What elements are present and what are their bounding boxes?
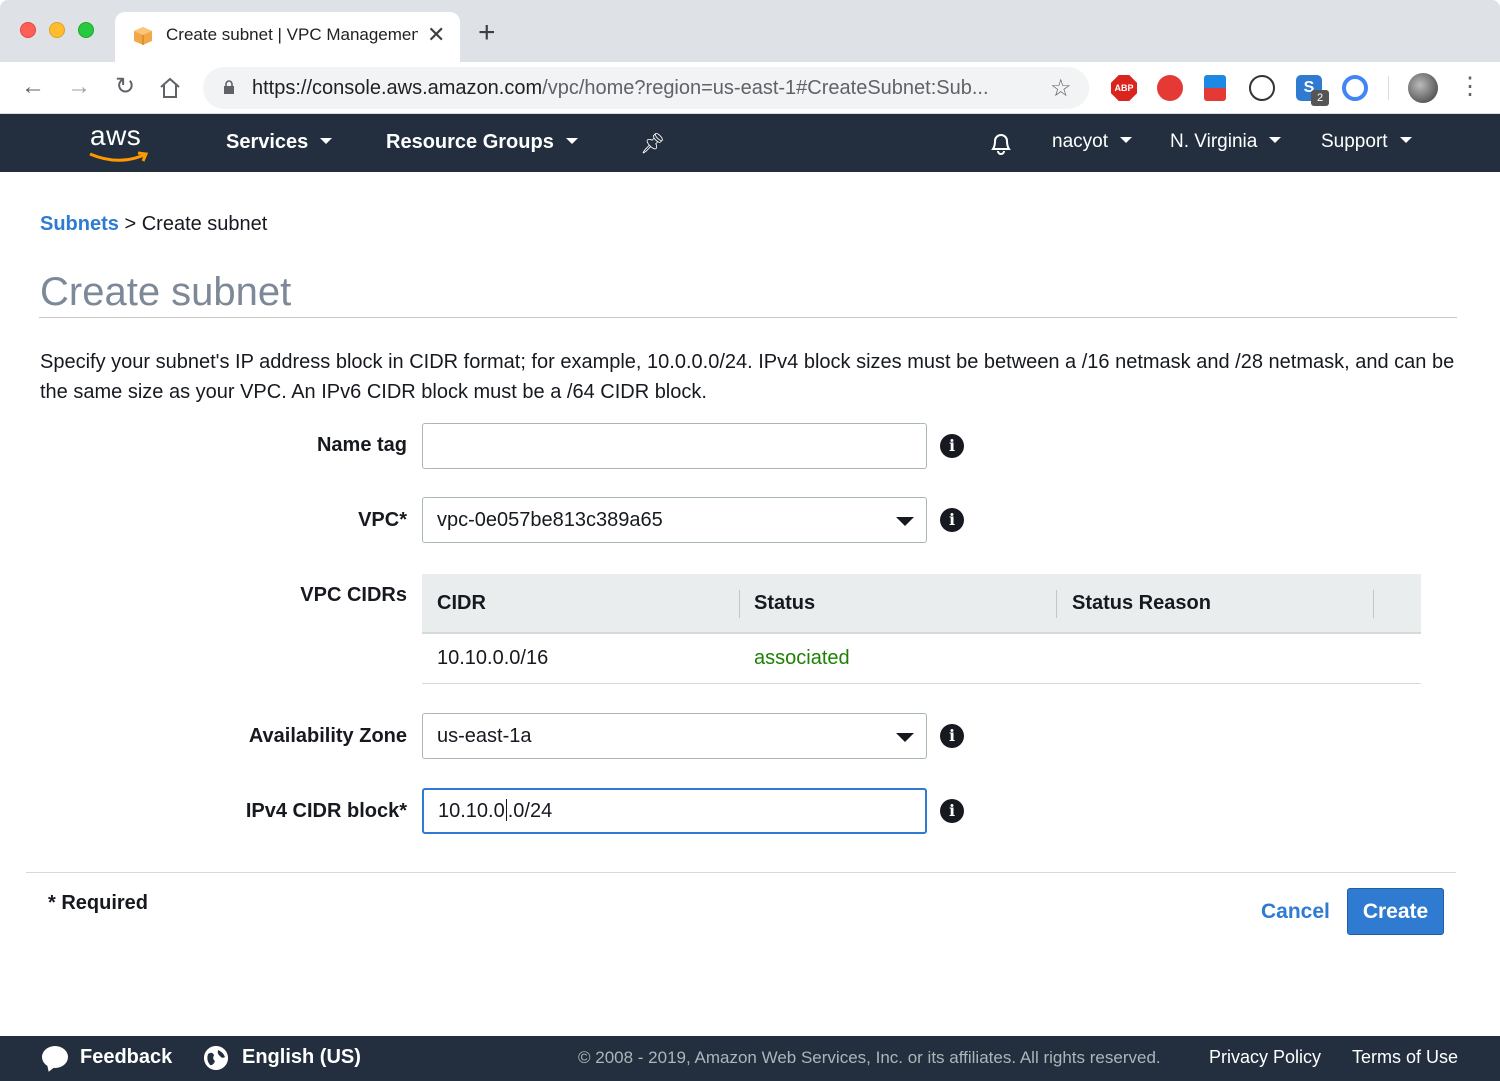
info-icon[interactable]: i xyxy=(940,724,964,748)
back-arrow-icon[interactable]: ← xyxy=(18,72,48,102)
lock-icon xyxy=(224,80,234,94)
cidr-cell: 10.10.0.0/16 xyxy=(437,647,549,669)
lighthouse-extension-icon[interactable] xyxy=(1204,75,1226,101)
feedback-chat-icon[interactable] xyxy=(42,1046,68,1068)
page-footer: Feedback English (US) © 2008 - 2019, Ama… xyxy=(0,1036,1500,1081)
home-icon[interactable] xyxy=(158,76,182,100)
column-header-cidr[interactable]: CIDR xyxy=(437,592,486,615)
vpc-cidrs-label: VPC CIDRs xyxy=(300,584,407,606)
breadcrumb: Subnets > Create subnet xyxy=(40,213,267,236)
table-row: 10.10.0.0/16 associated xyxy=(422,634,1421,684)
copyright-text: © 2008 - 2019, Amazon Web Services, Inc.… xyxy=(578,1048,1161,1067)
aws-smile-icon xyxy=(89,151,149,162)
red-extension-icon[interactable] xyxy=(1157,75,1183,101)
bell-icon[interactable] xyxy=(989,130,1013,156)
column-resize-handle[interactable] xyxy=(1373,590,1374,618)
breadcrumb-separator: > xyxy=(124,213,137,235)
create-button[interactable]: Create xyxy=(1347,888,1444,935)
user-menu[interactable]: nacyot xyxy=(1052,131,1132,153)
info-icon[interactable]: i xyxy=(940,434,964,458)
terms-of-use-link[interactable]: Terms of Use xyxy=(1352,1047,1458,1068)
window-minimize-button[interactable] xyxy=(49,22,65,38)
vpc-label: VPC* xyxy=(358,509,407,531)
region-menu[interactable]: N. Virginia xyxy=(1170,131,1282,153)
browser-tab[interactable]: Create subnet | VPC Management Console ✕ xyxy=(115,12,460,62)
toolbar-divider xyxy=(1388,76,1389,100)
window-close-button[interactable] xyxy=(20,22,36,38)
ipv4-value-after-cursor: .0/24 xyxy=(507,800,553,822)
language-selector[interactable]: English (US) xyxy=(242,1046,361,1069)
aws-box-icon xyxy=(134,27,152,45)
resource-groups-menu[interactable]: Resource Groups xyxy=(386,131,578,154)
vpc-select[interactable]: vpc-0e057be813c389a65 xyxy=(422,497,927,543)
privacy-policy-link[interactable]: Privacy Policy xyxy=(1209,1047,1321,1068)
address-bar[interactable]: https://console.aws.amazon.com/vpc/home?… xyxy=(203,67,1089,109)
name-tag-label: Name tag xyxy=(316,434,407,456)
info-icon[interactable]: i xyxy=(940,508,964,532)
title-divider xyxy=(39,317,1457,318)
profile-avatar[interactable] xyxy=(1408,73,1438,103)
name-tag-input[interactable] xyxy=(422,423,927,469)
column-header-status-reason[interactable]: Status Reason xyxy=(1072,592,1211,615)
password-manager-extension-icon[interactable] xyxy=(1249,75,1275,101)
chevron-down-icon xyxy=(1269,136,1282,143)
browser-toolbar: ← → ↻ https://console.aws.amazon.com/vpc… xyxy=(0,62,1500,114)
services-menu[interactable]: Services xyxy=(226,131,333,154)
availability-zone-label: Availability Zone xyxy=(248,725,407,747)
adblock-extension-icon[interactable]: ABP xyxy=(1111,75,1137,101)
form-footer-divider xyxy=(26,872,1456,873)
new-tab-icon[interactable]: + xyxy=(478,18,496,48)
aws-navbar: aws Services Resource Groups nacyot N. V… xyxy=(0,114,1500,172)
chevron-down-icon xyxy=(320,137,333,144)
info-icon[interactable]: i xyxy=(940,799,964,823)
ipv4-cidr-label: IPv4 CIDR block* xyxy=(245,800,407,822)
support-menu[interactable]: Support xyxy=(1321,131,1412,153)
cancel-button[interactable]: Cancel xyxy=(1261,900,1330,924)
forward-arrow-icon[interactable]: → xyxy=(64,72,94,102)
ipv4-value-before-cursor: 10.10.0 xyxy=(438,800,505,822)
ipv4-cidr-input[interactable]: 10.10.0.0/24 xyxy=(422,788,927,834)
text-cursor xyxy=(505,798,507,821)
chevron-down-icon xyxy=(1399,136,1412,143)
pin-icon[interactable]: 📌︎ xyxy=(640,131,665,156)
browser-menu-icon[interactable]: ⋮ xyxy=(1458,72,1482,102)
feedback-link[interactable]: Feedback xyxy=(80,1046,172,1069)
column-resize-handle[interactable] xyxy=(1056,590,1057,618)
chevron-down-icon xyxy=(1119,136,1132,143)
dropdown-arrow-icon xyxy=(896,517,914,526)
column-resize-handle[interactable] xyxy=(739,590,740,618)
breadcrumb-current: Create subnet xyxy=(141,213,268,235)
chevron-down-icon xyxy=(565,137,578,144)
reload-icon[interactable]: ↻ xyxy=(110,72,140,102)
vpc-cidrs-table: CIDR Status Status Reason 10.10.0.0/16 a… xyxy=(422,574,1421,684)
bookmark-star-icon[interactable]: ☆ xyxy=(1050,74,1072,103)
availability-zone-value: us-east-1a xyxy=(437,725,532,747)
column-header-status[interactable]: Status xyxy=(754,592,815,615)
tab-close-icon[interactable]: ✕ xyxy=(427,22,445,48)
breadcrumb-subnets-link[interactable]: Subnets xyxy=(40,213,119,235)
window-zoom-button[interactable] xyxy=(78,22,94,38)
table-header: CIDR Status Status Reason xyxy=(422,574,1421,634)
google-extension-icon[interactable] xyxy=(1342,75,1368,101)
availability-zone-select[interactable]: us-east-1a xyxy=(422,713,927,759)
globe-icon[interactable] xyxy=(204,1046,228,1070)
browser-tab-bar: Create subnet | VPC Management Console ✕… xyxy=(0,0,1500,62)
vpc-select-value: vpc-0e057be813c389a65 xyxy=(437,509,663,531)
page-description: Specify your subnet's IP address block i… xyxy=(40,351,1455,403)
required-note: * Required xyxy=(48,892,149,914)
status-cell: associated xyxy=(754,647,850,669)
url-text: https://console.aws.amazon.com/vpc/home?… xyxy=(252,77,989,99)
dropdown-arrow-icon xyxy=(896,733,914,742)
tab-title: Create subnet | VPC Management Console xyxy=(166,25,418,44)
page-title: Create subnet xyxy=(40,270,292,314)
extension-badge: 2 xyxy=(1311,90,1329,106)
aws-logo[interactable]: aws xyxy=(88,120,150,166)
